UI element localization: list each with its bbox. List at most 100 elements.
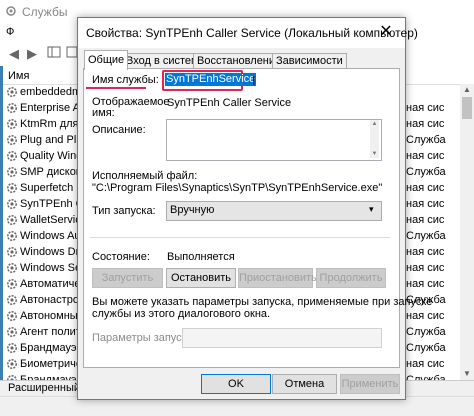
console-tree-icon[interactable] (46, 46, 62, 62)
params-label: Параметры запуска: (92, 332, 196, 344)
back-icon[interactable]: ◀ (6, 46, 22, 62)
service-row[interactable]: Quality Wind (3, 148, 77, 164)
gear-icon (6, 134, 18, 146)
service-row[interactable]: KtmRm для (3, 116, 77, 132)
startup-type-label: Тип запуска: (92, 205, 156, 217)
tab-dependencies[interactable]: Зависимости (272, 53, 347, 69)
text-cursor-icon: I (252, 73, 256, 88)
service-name: Enterprise A (20, 102, 77, 114)
service-row[interactable]: SynTPEnh Ca (3, 196, 77, 212)
service-name: SMP дисков (20, 166, 77, 178)
gear-icon (6, 86, 18, 98)
service-description: ная сис (406, 246, 445, 258)
status-value: Выполняется (167, 251, 235, 263)
close-icon[interactable]: ✕ (374, 22, 398, 42)
scroll-down-arrow-icon[interactable]: ▼ (460, 368, 474, 380)
tab-extended[interactable]: Расширенный (8, 382, 80, 394)
service-row[interactable]: Plug and Pl (3, 132, 77, 148)
service-row[interactable]: SMP дисков (3, 164, 77, 180)
service-name-value[interactable]: SynTPEnhService (165, 73, 257, 86)
service-description: ная сис (406, 262, 445, 274)
service-description: ная сис (406, 198, 445, 210)
service-row[interactable]: Windows Au (3, 228, 77, 244)
description-label: Описание: (92, 124, 146, 136)
service-name: Plug and Pl (20, 134, 77, 146)
resume-button[interactable]: Продолжить (316, 268, 386, 288)
service-description: ная сис (406, 310, 445, 322)
service-description: Служба (406, 230, 446, 242)
service-row[interactable]: Автонастро (3, 292, 77, 308)
gear-icon (6, 230, 18, 242)
service-name: Биометриче (20, 358, 77, 370)
service-row[interactable]: Биометриче (3, 356, 77, 372)
forward-icon[interactable]: ▶ (24, 46, 40, 62)
display-name-label-line2: имя: (92, 107, 115, 119)
gear-icon (6, 246, 18, 258)
start-button[interactable]: Запустить (92, 268, 163, 288)
service-description: Служба (406, 342, 446, 354)
params-input[interactable] (182, 328, 382, 348)
service-name: Quality Wind (20, 150, 77, 162)
service-row[interactable]: WalletService (3, 212, 77, 228)
service-row[interactable]: Брандмауэр (3, 372, 77, 380)
service-row[interactable]: Автоматиче (3, 276, 77, 292)
service-row[interactable]: Superfetch (3, 180, 77, 196)
service-name-label: Имя службы: (92, 74, 159, 86)
description-textbox[interactable] (166, 119, 382, 161)
service-description: ная сис (406, 182, 445, 194)
description-scroll-up-icon[interactable]: ▲ (370, 120, 379, 128)
cancel-button[interactable]: Отмена (272, 374, 337, 394)
startup-type-value: Вручную (170, 204, 215, 216)
service-name: Автонастро (20, 294, 77, 306)
service-description: ная сис (406, 214, 445, 226)
gear-icon (6, 166, 18, 178)
menu-file[interactable]: Ф (6, 26, 14, 38)
service-name: Брандмауэр (20, 342, 77, 354)
service-row[interactable]: Windows Sea (3, 260, 77, 276)
services-description-column: ная сис ная сис Служба ная сис Служба ная сис… (404, 84, 460, 380)
service-description: ная сис (406, 278, 445, 290)
gear-icon (6, 198, 18, 210)
dialog-title: Свойства: SynTPEnh Caller Service (Локал… (86, 26, 418, 40)
gear-icon (6, 310, 18, 322)
gear-icon (6, 214, 18, 226)
vertical-scrollbar[interactable] (460, 84, 474, 380)
scroll-up-arrow-icon[interactable]: ▲ (460, 84, 474, 96)
chevron-down-icon[interactable]: ▾ (369, 204, 374, 215)
gear-icon (6, 182, 18, 194)
service-name: KtmRm для (20, 118, 77, 130)
service-name: Superfetch (20, 182, 74, 194)
apply-button[interactable]: Применить (340, 374, 400, 394)
gear-icon (6, 150, 18, 162)
service-row[interactable]: Агент полит (3, 324, 77, 340)
executable-path[interactable]: "C:\Program Files\Synaptics\SynTP\SynTPE… (92, 182, 382, 194)
service-description: ная сис (406, 118, 445, 130)
tab-general[interactable]: Общие (84, 50, 129, 70)
service-name: SynTPEnh Ca (20, 198, 77, 210)
service-name: WalletService (20, 214, 77, 226)
scrollbar-thumb[interactable] (462, 97, 472, 119)
hint-line-1: Вы можете указать параметры запуска, при… (92, 296, 433, 308)
service-row[interactable]: embeddedm (3, 84, 77, 100)
service-row[interactable]: Enterprise A (3, 100, 77, 116)
gear-icon (6, 278, 18, 290)
gear-icon (6, 342, 18, 354)
service-row[interactable]: Windows Dri (3, 244, 77, 260)
pause-button[interactable]: Приостановить (238, 268, 317, 288)
separator (90, 237, 390, 238)
description-scroll-down-icon[interactable]: ▼ (370, 150, 379, 158)
service-description: ная сис (406, 150, 445, 162)
services-app-icon (5, 5, 17, 17)
service-name: Агент полит (20, 326, 77, 338)
service-name: Автономны (20, 310, 77, 322)
gear-icon (6, 118, 18, 130)
service-description: Служба (406, 134, 446, 146)
display-name-value[interactable]: SynTPEnh Caller Service (167, 97, 291, 109)
stop-button[interactable]: Остановить (166, 268, 236, 288)
service-description: Служба (406, 166, 446, 178)
service-row[interactable]: Брандмауэр (3, 340, 77, 356)
service-name: Windows Dri (20, 246, 77, 258)
service-row[interactable]: Автономны (3, 308, 77, 324)
column-header-name[interactable]: Имя (8, 70, 29, 82)
ok-button[interactable]: OK (201, 374, 271, 394)
